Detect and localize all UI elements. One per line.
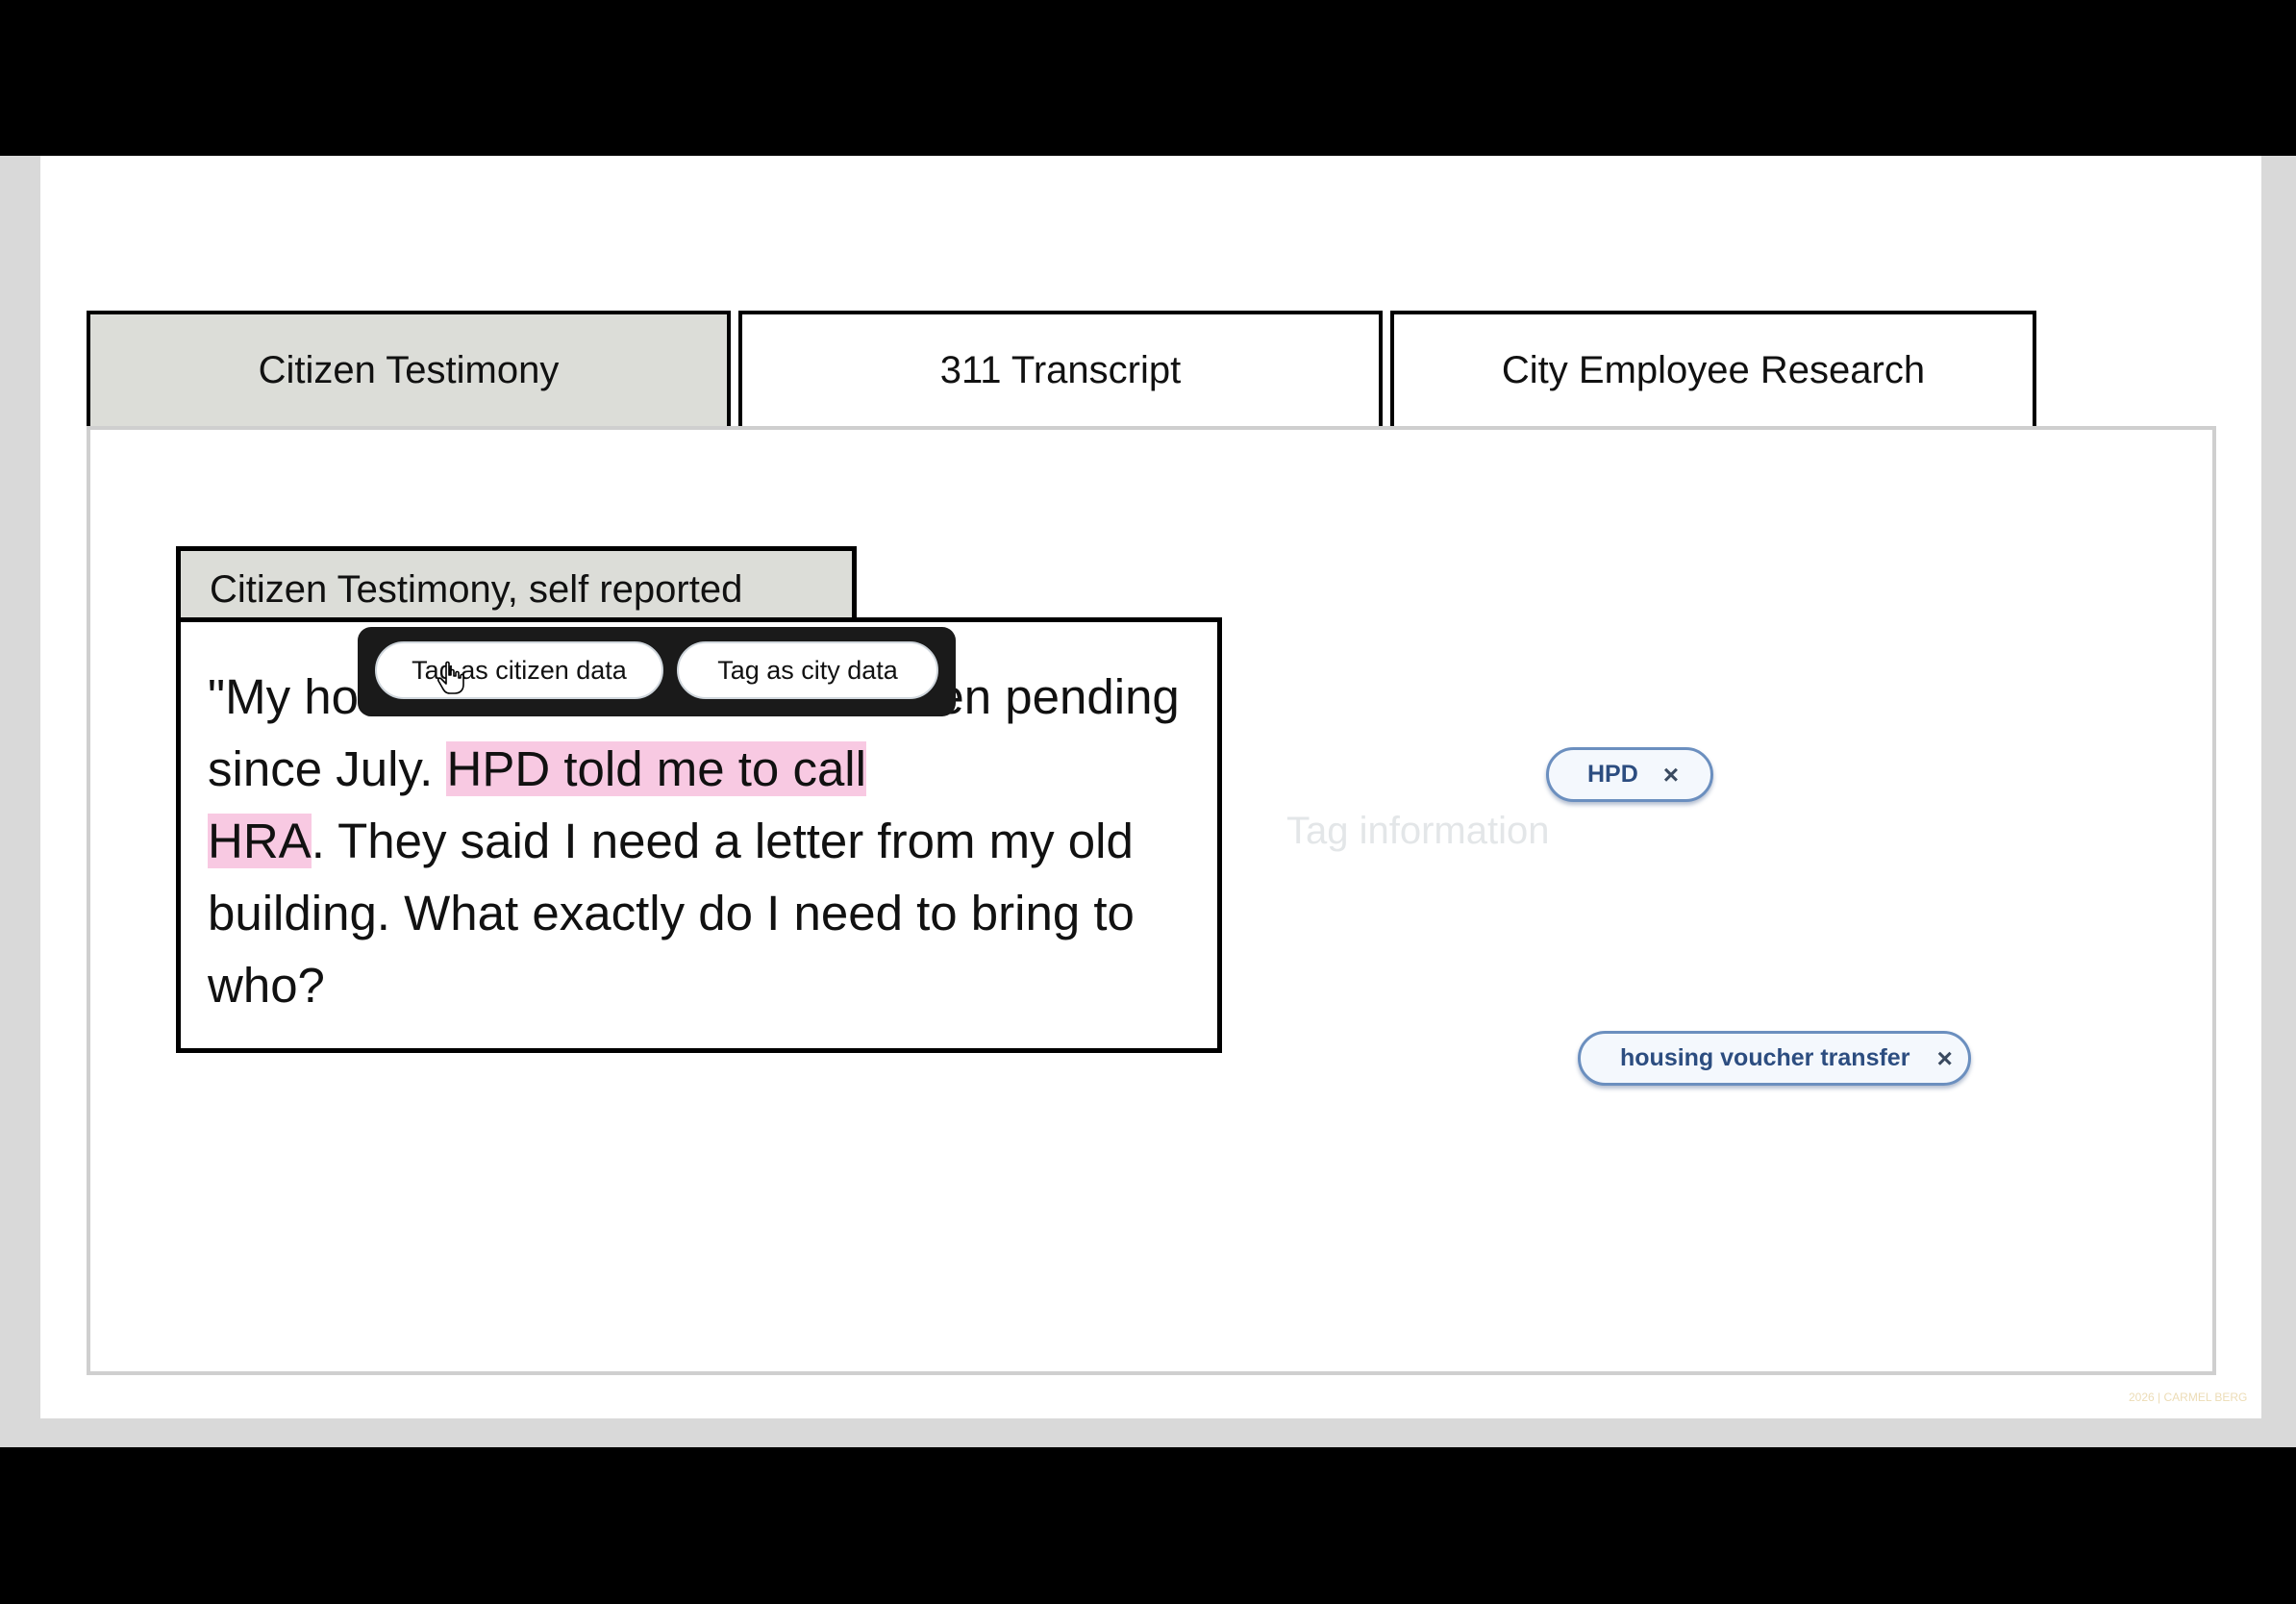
tab-citizen-testimony[interactable]: Citizen Testimony [87,311,731,426]
testimony-text-segment: "My ho [208,669,359,724]
tab-label: City Employee Research [1501,348,1926,391]
copyright-watermark: 2026 | CARMEL BERG [2129,1391,2248,1404]
highlighted-text-hra[interactable]: HRA [208,814,312,868]
testimony-text-segment: . They said I need a letter from my old … [208,814,1135,1013]
tag-chip-housing-voucher-transfer[interactable]: housing voucher transfer × [1578,1031,1971,1086]
tab-label: Citizen Testimony [258,348,560,391]
close-icon[interactable]: × [1936,1043,1952,1074]
tag-as-citizen-data-button[interactable]: Tag as citizen data [375,641,663,699]
tag-chip-label: housing voucher transfer [1620,1044,1910,1071]
tag-chip-label: HPD [1587,761,1638,788]
testimony-card-header: Citizen Testimony, self reported [176,546,857,622]
tag-information-placeholder: Tag information [1286,810,1550,852]
hand-cursor-icon [437,661,464,694]
highlighted-text-hpd[interactable]: HPD told me to call [446,741,866,796]
tab-city-employee-research[interactable]: City Employee Research [1390,311,2036,426]
tag-as-city-data-button[interactable]: Tag as city data [677,641,938,699]
tag-chip-hpd[interactable]: HPD × [1546,747,1713,802]
tab-311-transcript[interactable]: 311 Transcript [738,311,1383,426]
close-icon[interactable]: × [1663,760,1679,790]
tab-label: 311 Transcript [939,348,1182,391]
